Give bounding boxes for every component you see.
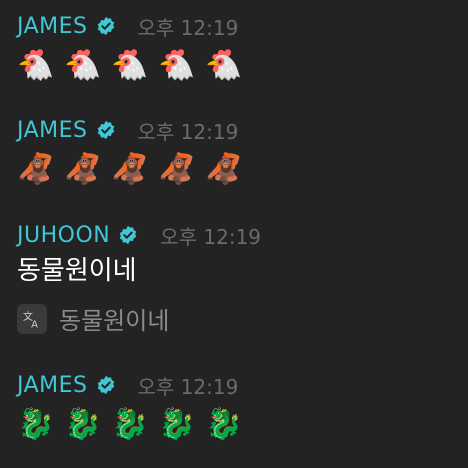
dragon-emoji: 🐉 bbox=[64, 407, 102, 442]
orangutan-emoji: 🦧 bbox=[111, 152, 149, 187]
verified-badge-icon bbox=[97, 16, 114, 36]
chicken-emoji: 🐔 bbox=[158, 48, 196, 83]
emoji-row: 🐉 🐉 🐉 🐉 🐉 bbox=[17, 407, 252, 443]
orangutan-emoji: 🦧 bbox=[158, 152, 196, 187]
chicken-emoji: 🐔 bbox=[64, 48, 102, 83]
message-header: JAMES 오후 12:19 bbox=[17, 12, 252, 40]
dragon-emoji: 🐉 bbox=[111, 407, 149, 442]
dragon-emoji: 🐉 bbox=[17, 407, 55, 442]
svg-text:A: A bbox=[31, 319, 38, 330]
author-name[interactable]: JUHOON bbox=[17, 223, 110, 248]
emoji-row: 🐔 🐔 🐔 🐔 🐔 bbox=[17, 48, 252, 84]
emoji-row: 🦧 🦧 🦧 🦧 🦧 bbox=[17, 152, 252, 188]
author-name[interactable]: JAMES bbox=[17, 373, 88, 398]
chicken-emoji: 🐔 bbox=[17, 48, 55, 83]
chicken-emoji: 🐔 bbox=[111, 48, 149, 83]
verified-badge-icon bbox=[119, 225, 137, 245]
verified-badge-icon bbox=[97, 120, 114, 140]
dragon-emoji: 🐉 bbox=[205, 407, 243, 442]
translated-text: 동물원이네 bbox=[59, 307, 170, 335]
author-name[interactable]: JAMES bbox=[17, 118, 88, 143]
message-text: 동물원이네 bbox=[17, 256, 137, 286]
timestamp: 오후 12:19 bbox=[160, 224, 262, 249]
message-header: JAMES 오후 12:19 bbox=[17, 371, 252, 399]
dragon-emoji: 🐉 bbox=[158, 407, 196, 442]
message-header: JUHOON 오후 12:19 bbox=[17, 221, 261, 249]
timestamp: 오후 12:19 bbox=[137, 374, 239, 399]
orangutan-emoji: 🦧 bbox=[205, 152, 243, 187]
orangutan-emoji: 🦧 bbox=[64, 152, 102, 187]
chicken-emoji: 🐔 bbox=[205, 48, 243, 83]
message-header: JAMES 오후 12:19 bbox=[17, 116, 252, 144]
message-3: JUHOON 오후 12:19 동물원이네 文 A 동물원이네 bbox=[17, 221, 261, 336]
author-name[interactable]: JAMES bbox=[17, 14, 88, 39]
message-1: JAMES 오후 12:19 🐔 🐔 🐔 🐔 🐔 bbox=[17, 12, 252, 84]
verified-badge-icon bbox=[97, 375, 114, 395]
message-2: JAMES 오후 12:19 🦧 🦧 🦧 🦧 🦧 bbox=[17, 116, 252, 188]
translate-icon[interactable]: 文 A bbox=[17, 303, 47, 334]
message-4: JAMES 오후 12:19 🐉 🐉 🐉 🐉 🐉 bbox=[17, 371, 252, 443]
timestamp: 오후 12:19 bbox=[137, 15, 239, 40]
translation-row[interactable]: 文 A 동물원이네 bbox=[17, 301, 261, 336]
orangutan-emoji: 🦧 bbox=[17, 152, 55, 187]
timestamp: 오후 12:19 bbox=[137, 119, 239, 144]
